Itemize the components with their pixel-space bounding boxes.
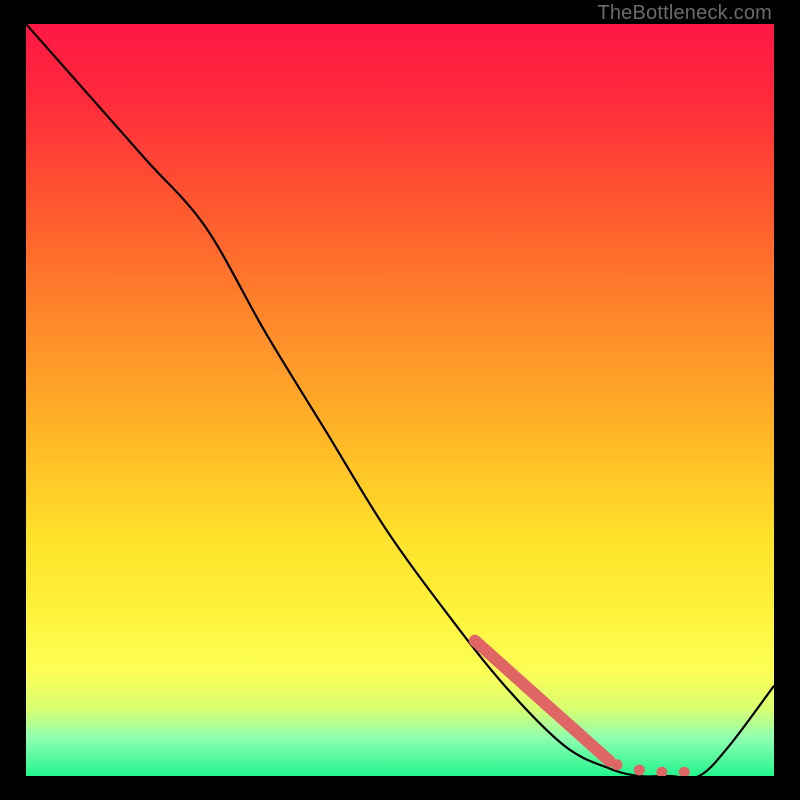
chart-svg — [26, 24, 774, 776]
highlight-dot — [611, 759, 622, 770]
gradient-background — [26, 24, 774, 776]
watermark-text: TheBottleneck.com — [597, 2, 772, 25]
highlight-dot — [634, 764, 645, 775]
chart-frame — [26, 24, 774, 776]
